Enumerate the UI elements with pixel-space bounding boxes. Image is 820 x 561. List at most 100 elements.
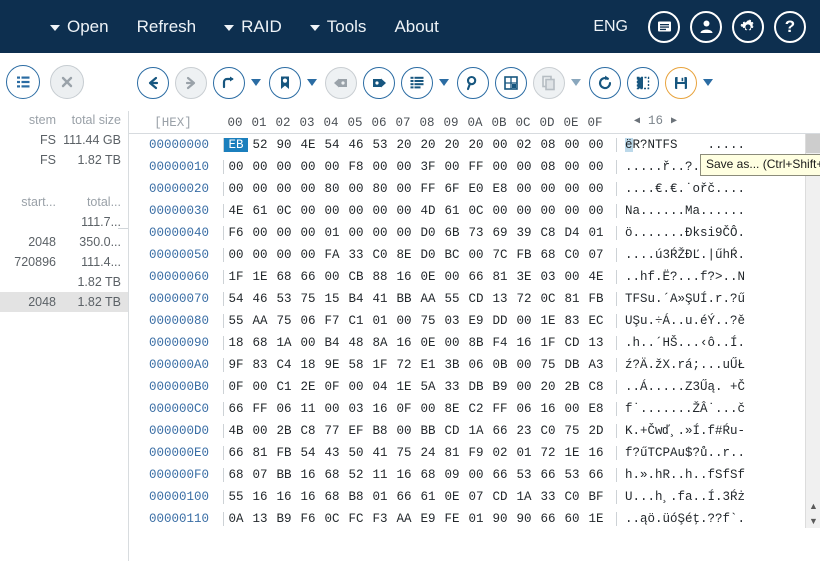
hex-byte[interactable]: 48 (344, 336, 368, 350)
hex-bytes[interactable]: F6 00 00 00 01 00 00 00 D0 6B 73 69 39 C8 D4 01 (223, 226, 608, 240)
hex-byte[interactable]: 81 (248, 446, 272, 460)
hex-byte[interactable]: 75 (392, 446, 416, 460)
hex-bytes[interactable]: 66 FF 06 11 00 03 16 0F 00 8E C2 FF 06 16 00 E8 (223, 402, 608, 416)
hex-row[interactable]: 00000000 EB 52 90 4E 54 46 53 20 20 20 20 00 02 08 00 00… (129, 134, 820, 156)
hex-byte[interactable]: CD (440, 424, 464, 438)
hex-byte[interactable]: C1 (344, 314, 368, 328)
save-icon[interactable] (665, 66, 697, 99)
ascii-text[interactable]: ....€.€.˙ořč.... (616, 182, 745, 196)
hex-byte[interactable]: 00 (584, 160, 608, 174)
hex-byte[interactable]: 72 (512, 292, 536, 306)
goto-arrow-icon[interactable] (213, 66, 245, 99)
hex-byte[interactable]: 00 (320, 204, 344, 218)
hex-byte[interactable]: 16 (512, 336, 536, 350)
hex-byte[interactable]: 00 (320, 270, 344, 284)
hex-byte[interactable]: 16 (392, 270, 416, 284)
ascii-text[interactable]: ....ú3ŔŽĐĽ.|űhŔ. (616, 248, 745, 262)
hex-row[interactable]: 00000030 4E 61 0C 00 00 00 00 00 4D 61 0C 00 00 00 00 00… (129, 200, 820, 222)
hex-bytes[interactable]: 54 46 53 75 15 B4 41 BB AA 55 CD 13 72 0C 81 FB (223, 292, 608, 306)
hex-byte[interactable]: 00 (368, 204, 392, 218)
hex-byte[interactable]: E1 (416, 358, 440, 372)
list-view-icon[interactable] (6, 64, 40, 99)
hex-byte[interactable]: 08 (536, 138, 560, 152)
column-header-filesystem[interactable]: stem (0, 113, 62, 127)
hex-byte[interactable]: 01 (320, 226, 344, 240)
hex-byte[interactable]: 00 (512, 358, 536, 372)
hex-byte[interactable]: BB (416, 424, 440, 438)
hex-byte[interactable]: 33 (440, 380, 464, 394)
hex-byte[interactable]: C0 (560, 248, 584, 262)
hex-byte[interactable]: 75 (536, 358, 560, 372)
hex-byte[interactable]: 61 (440, 204, 464, 218)
hex-byte[interactable]: 16 (248, 490, 272, 504)
hex-byte[interactable]: 1F (536, 336, 560, 350)
hex-byte[interactable]: 00 (272, 182, 296, 196)
ascii-text[interactable]: ..hf.Ë?...f?>..N (616, 270, 745, 284)
ascii-text[interactable]: f?űTCPAu$?ů..r.. (616, 446, 745, 460)
hex-byte[interactable]: 00 (392, 182, 416, 196)
hex-byte[interactable]: 5A (416, 380, 440, 394)
menu-item-raid[interactable]: RAID (210, 0, 296, 53)
hex-byte[interactable]: 00 (560, 182, 584, 196)
hex-byte[interactable]: 68 (320, 468, 344, 482)
hex-bytes[interactable]: 18 68 1A 00 B4 48 8A 16 0E 00 8B F4 16 1F CD 13 (223, 336, 608, 350)
hex-byte[interactable]: 39 (512, 226, 536, 240)
hex-byte[interactable]: 66 (584, 468, 608, 482)
hex-byte[interactable]: 00 (560, 160, 584, 174)
hex-byte[interactable]: CD (464, 292, 488, 306)
hex-byte[interactable]: 00 (440, 160, 464, 174)
hex-byte[interactable]: 52 (344, 468, 368, 482)
hex-byte[interactable]: 16 (296, 490, 320, 504)
hex-byte[interactable]: FE (440, 512, 464, 526)
help-icon[interactable]: ? (774, 10, 806, 43)
hex-byte[interactable]: 24 (416, 446, 440, 460)
hex-byte[interactable]: B9 (272, 512, 296, 526)
hex-byte[interactable]: 00 (296, 336, 320, 350)
vertical-scrollbar[interactable]: ▲ ▼ (805, 134, 820, 528)
hex-byte[interactable]: 75 (560, 424, 584, 438)
hex-byte[interactable]: FB (512, 248, 536, 262)
hex-byte[interactable]: 00 (296, 226, 320, 240)
hex-byte[interactable]: 0F (392, 402, 416, 416)
hex-row[interactable]: 00000100 55 16 16 16 68 B8 01 66 61 0E 07 CD 1A 33 C0 BF… (129, 486, 820, 508)
hex-byte[interactable]: 00 (344, 204, 368, 218)
panel-toggle-icon[interactable] (627, 66, 659, 99)
hex-byte[interactable]: 66 (488, 424, 512, 438)
menu-item-open[interactable]: Open (36, 0, 123, 53)
hex-byte[interactable]: 00 (344, 226, 368, 240)
bookmark-icon[interactable] (269, 66, 301, 99)
hex-byte[interactable]: 00 (584, 138, 608, 152)
hex-byte[interactable]: 81 (440, 446, 464, 460)
hex-byte[interactable]: BB (272, 468, 296, 482)
hex-byte[interactable]: 18 (224, 336, 248, 350)
hex-byte[interactable]: 00 (560, 204, 584, 218)
hex-byte[interactable]: 75 (416, 314, 440, 328)
hex-byte[interactable]: 00 (248, 248, 272, 262)
hex-byte[interactable]: 0C (536, 292, 560, 306)
hex-byte[interactable]: CD (560, 336, 584, 350)
hex-byte[interactable]: 00 (296, 160, 320, 174)
hex-byte[interactable]: 00 (248, 160, 272, 174)
hex-row[interactable]: 00000040 F6 00 00 00 01 00 00 00 D0 6B 73 69 39 C8 D4 01… (129, 222, 820, 244)
hex-byte[interactable]: C8 (536, 226, 560, 240)
hex-byte[interactable]: 11 (296, 402, 320, 416)
user-icon[interactable] (690, 10, 722, 43)
hex-byte[interactable]: 6F (440, 182, 464, 196)
hex-row[interactable]: 000000F0 68 07 BB 16 68 52 11 16 68 09 00 66 53 66 53 66… (129, 464, 820, 486)
hex-byte[interactable]: D0 (416, 226, 440, 240)
hex-bytes[interactable]: 1F 1E 68 66 00 CB 88 16 0E 00 66 81 3E 03 00 4E (223, 270, 608, 284)
hex-byte[interactable]: EF (344, 424, 368, 438)
scroll-up-icon[interactable]: ▲ (806, 498, 820, 513)
hex-byte[interactable]: 04 (368, 380, 392, 394)
hex-byte[interactable]: 07 (464, 490, 488, 504)
hex-byte[interactable]: 0C (272, 204, 296, 218)
hex-byte[interactable]: B8 (344, 490, 368, 504)
hex-byte[interactable]: 53 (560, 468, 584, 482)
hex-byte[interactable]: 00 (440, 270, 464, 284)
hex-byte[interactable]: 8A (368, 336, 392, 350)
hex-byte[interactable]: D4 (560, 226, 584, 240)
hex-byte[interactable]: 88 (368, 270, 392, 284)
hex-byte[interactable]: 00 (320, 160, 344, 174)
hex-byte[interactable]: 8B (464, 336, 488, 350)
hex-byte[interactable]: 00 (512, 182, 536, 196)
